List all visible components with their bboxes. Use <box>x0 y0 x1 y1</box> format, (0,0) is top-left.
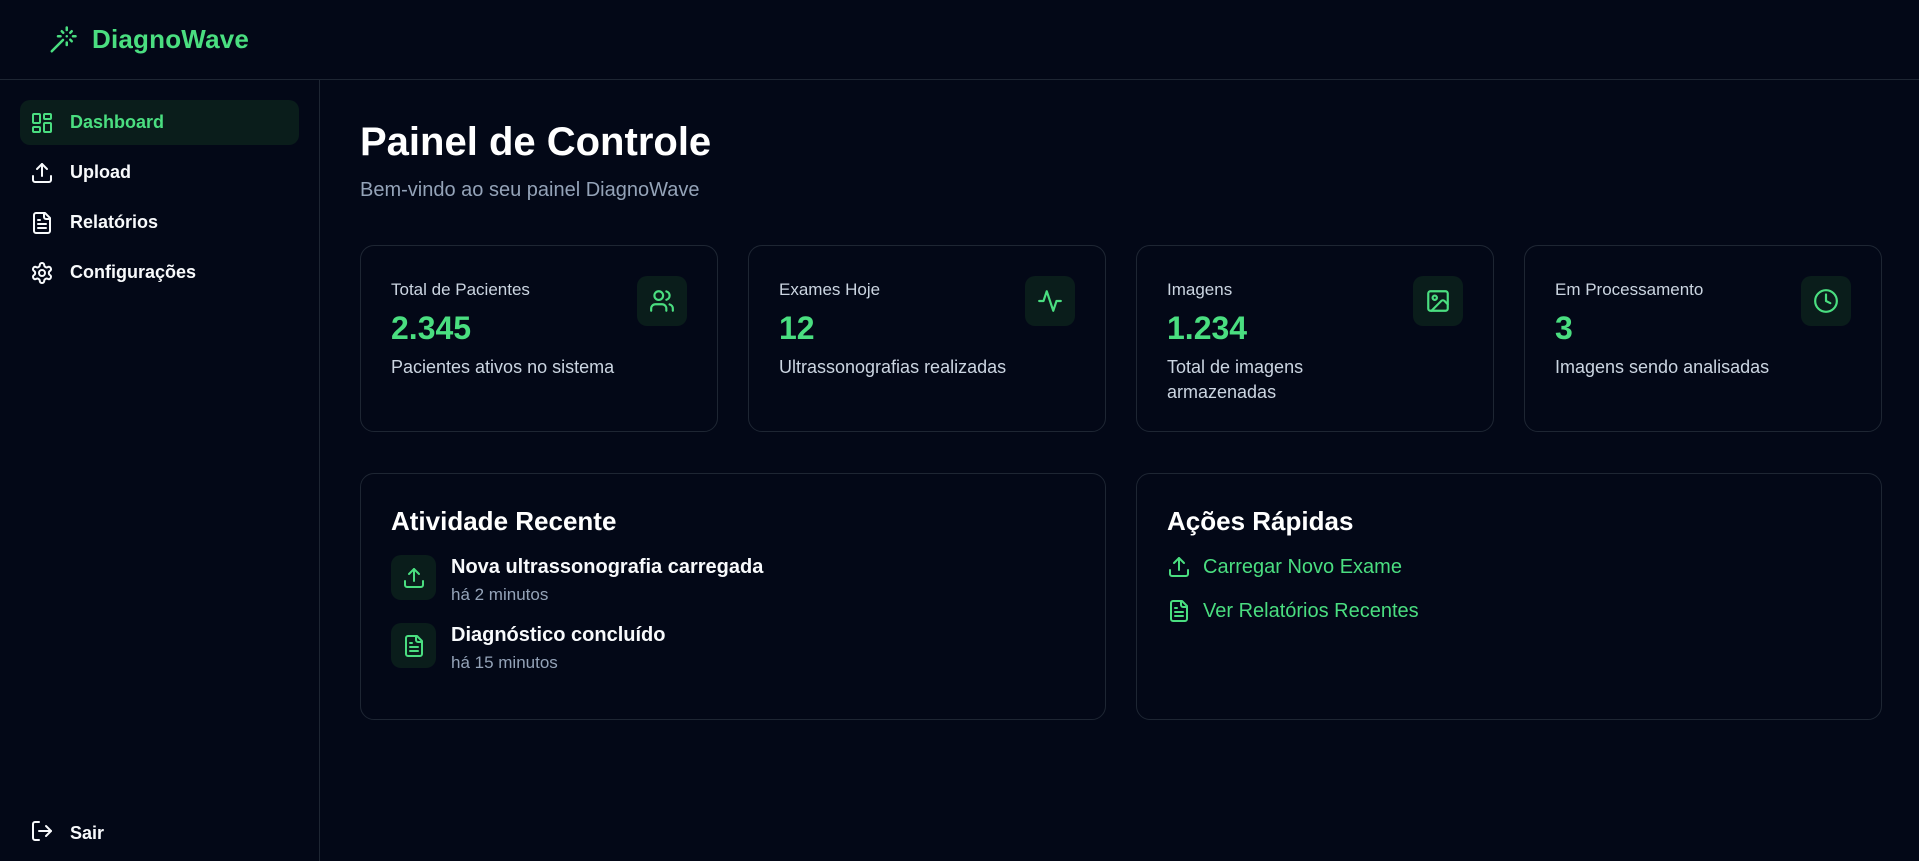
recent-activity-title: Atividade Recente <box>391 506 617 536</box>
quick-actions-title: Ações Rápidas <box>1167 506 1354 536</box>
upload-exam-link[interactable]: Carregar Novo Exame <box>1167 555 1851 579</box>
sidebar-item-upload[interactable]: Upload <box>20 150 299 195</box>
sidebar-item-label: Upload <box>70 162 131 182</box>
stat-description: Pacientes ativos no sistema <box>391 357 615 377</box>
sidebar: Dashboard Upload Relatórios Configuraçõe… <box>0 80 320 861</box>
top-bar: DiagnoWave <box>0 0 1919 80</box>
quick-actions-panel: Ações Rápidas Carregar Novo Exame Ver Re… <box>1136 473 1882 720</box>
view-reports-link[interactable]: Ver Relatórios Recentes <box>1167 599 1851 623</box>
clock-icon <box>1801 276 1851 326</box>
image-icon <box>1413 276 1463 326</box>
logout-label: Sair <box>70 822 105 843</box>
recent-activity-panel: Atividade Recente Nova ultrassonografia … <box>360 473 1106 720</box>
sidebar-item-label: Dashboard <box>70 112 165 132</box>
upload-icon <box>30 161 54 185</box>
stat-card-exams-today: Exames Hoje 12 Ultrassonografias realiza… <box>748 245 1106 432</box>
users-icon <box>637 276 687 326</box>
activity-text: Nova ultrassonografia carregada há 2 min… <box>451 555 763 605</box>
stat-description: Total de imagens armazenadas <box>1167 357 1304 402</box>
sidebar-item-dashboard[interactable]: Dashboard <box>20 100 299 145</box>
activity-time: há 2 minutos <box>451 585 549 604</box>
sidebar-item-reports[interactable]: Relatórios <box>20 200 299 245</box>
stat-card-processing: Em Processamento 3 Imagens sendo analisa… <box>1524 245 1882 432</box>
page-title: Painel de Controle <box>360 120 712 164</box>
action-label: Carregar Novo Exame <box>1203 555 1402 578</box>
sidebar-item-label: Relatórios <box>70 212 159 232</box>
logout-button[interactable]: Sair <box>30 813 104 853</box>
brand-name: DiagnoWave <box>92 24 250 54</box>
stat-description: Ultrassonografias realizadas <box>779 357 1007 377</box>
sidebar-nav: Dashboard Upload Relatórios Configuraçõe… <box>20 100 299 300</box>
sidebar-item-settings[interactable]: Configurações <box>20 250 299 295</box>
document-icon <box>391 623 436 668</box>
activity-title: Nova ultrassonografia carregada <box>451 556 764 578</box>
list-item[interactable]: Nova ultrassonografia carregada há 2 min… <box>391 555 1075 605</box>
action-label: Ver Relatórios Recentes <box>1203 599 1419 622</box>
page-subtitle: Bem-vindo ao seu painel DiagnoWave <box>360 179 700 201</box>
sidebar-item-label: Configurações <box>70 262 197 282</box>
activity-time: há 15 minutos <box>451 653 558 672</box>
stat-card-images: Imagens 1.234 Total de imagens armazenad… <box>1136 245 1494 432</box>
stats-row: Total de Pacientes 2.345 Pacientes ativo… <box>360 245 1882 432</box>
logout-icon <box>30 819 54 848</box>
activity-title: Diagnóstico concluído <box>451 624 666 646</box>
upload-icon <box>1167 555 1191 579</box>
upload-icon <box>391 555 436 600</box>
gear-icon <box>30 261 54 285</box>
stat-description: Imagens sendo analisadas <box>1555 357 1770 377</box>
stat-card-patients: Total de Pacientes 2.345 Pacientes ativo… <box>360 245 718 432</box>
dashboard-grid-icon <box>30 111 54 135</box>
document-icon <box>1167 599 1191 623</box>
document-icon <box>30 211 54 235</box>
magic-wand-icon <box>48 25 78 55</box>
activity-pulse-icon <box>1025 276 1075 326</box>
brand-logo[interactable]: DiagnoWave <box>48 24 249 55</box>
activity-text: Diagnóstico concluído há 15 minutos <box>451 623 665 673</box>
list-item[interactable]: Diagnóstico concluído há 15 minutos <box>391 623 1075 673</box>
